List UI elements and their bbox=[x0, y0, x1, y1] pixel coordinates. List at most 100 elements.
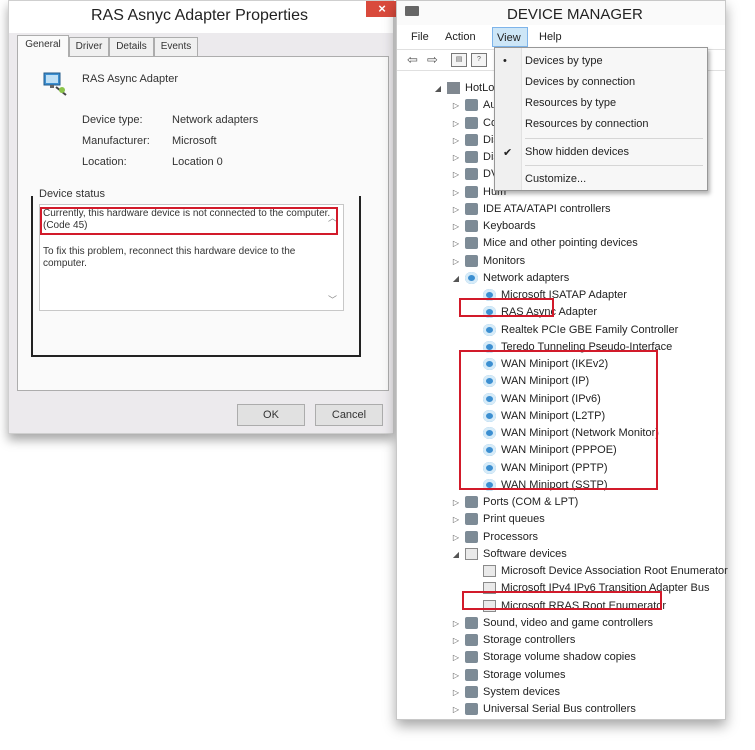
wan-miniports-highlight-box bbox=[459, 350, 658, 490]
tree-item-label: Mice and other pointing devices bbox=[483, 237, 638, 250]
tree-item-label: Storage volume shadow copies bbox=[483, 651, 636, 664]
tree-item[interactable]: ▷ Storage controllers bbox=[397, 632, 725, 649]
tree-item-label: IDE ATA/ATAPI controllers bbox=[483, 202, 611, 215]
device-category-icon bbox=[465, 703, 478, 715]
expand-arrow-icon[interactable]: ▷ bbox=[451, 632, 461, 649]
device-category-icon bbox=[465, 220, 478, 232]
expand-arrow-icon[interactable]: ▷ bbox=[451, 218, 461, 235]
menu-devices-by-connection[interactable]: Devices by connection bbox=[525, 76, 635, 88]
collapse-arrow-icon[interactable]: ◢ bbox=[433, 80, 443, 97]
tree-item[interactable]: ▷ Ports (COM & LPT) bbox=[397, 494, 725, 511]
help-toolbar-icon[interactable]: ? bbox=[471, 53, 487, 67]
ras-adapter-highlight-box bbox=[459, 298, 554, 317]
manufacturer-label: Manufacturer: bbox=[82, 135, 150, 147]
properties-toolbar-icon[interactable]: ▤ bbox=[451, 53, 467, 67]
expand-arrow-icon[interactable]: ▷ bbox=[451, 701, 461, 718]
dm-titlebar: DEVICE MANAGER bbox=[397, 1, 725, 25]
tree-item-label: Microsoft Device Association Root Enumer… bbox=[501, 565, 728, 577]
tree-item[interactable]: ◢ Software devices bbox=[397, 546, 725, 563]
tree-item[interactable]: ▷ Processors bbox=[397, 529, 725, 546]
dialog-titlebar: RAS Asnyc Adapter Properties bbox=[9, 1, 393, 33]
cancel-button[interactable]: Cancel bbox=[315, 404, 383, 426]
tree-item[interactable]: ▷ Storage volume shadow copies bbox=[397, 649, 725, 666]
tree-item[interactable]: Microsoft ISATAP Adapter bbox=[397, 287, 725, 304]
device-category-icon bbox=[465, 616, 478, 629]
expand-arrow-icon[interactable]: ▷ bbox=[451, 684, 461, 701]
expand-arrow-icon[interactable]: ▷ bbox=[451, 529, 461, 546]
menu-file[interactable]: File bbox=[407, 27, 433, 47]
tree-item[interactable]: Microsoft Device Association Root Enumer… bbox=[397, 563, 728, 580]
tree-item-label: Keyboards bbox=[483, 220, 536, 232]
device-category-icon bbox=[465, 254, 478, 267]
tree-item[interactable]: ▷ Universal Serial Bus controllers bbox=[397, 701, 725, 718]
tab-details[interactable]: Details bbox=[109, 37, 154, 56]
status-instruction: To fix this problem, reconnect this hard… bbox=[43, 246, 296, 269]
menu-customize[interactable]: Customize... bbox=[525, 173, 586, 185]
device-category-icon bbox=[465, 151, 478, 163]
device-type-label: Device type: bbox=[82, 114, 143, 126]
tree-item-label: Sound, video and game controllers bbox=[483, 616, 653, 629]
device-category-icon bbox=[465, 685, 478, 698]
tab-general[interactable]: General bbox=[17, 35, 69, 57]
expand-arrow-icon[interactable]: ▷ bbox=[451, 201, 461, 218]
device-name: RAS Async Adapter bbox=[82, 73, 178, 85]
tree-item[interactable]: Realtek PCIe GBE Family Controller bbox=[397, 322, 725, 339]
tree-item-label: Realtek PCIe GBE Family Controller bbox=[501, 323, 679, 336]
scroll-down-arrow-icon[interactable]: ﹀ bbox=[328, 293, 337, 306]
close-button[interactable]: × bbox=[366, 1, 398, 17]
tree-item-label: Storage controllers bbox=[483, 634, 576, 646]
location-value: Location 0 bbox=[172, 156, 223, 168]
menu-bar: File Action View Help bbox=[397, 27, 725, 47]
menu-resources-by-type[interactable]: Resources by type bbox=[525, 97, 616, 109]
menu-view[interactable]: View bbox=[492, 27, 528, 47]
menu-resources-by-connection[interactable]: Resources by connection bbox=[525, 118, 649, 130]
tree-item-label: Print queues bbox=[483, 513, 545, 526]
menu-action[interactable]: Action bbox=[441, 27, 480, 47]
collapse-arrow-icon[interactable]: ◢ bbox=[451, 270, 461, 287]
menu-help[interactable]: Help bbox=[535, 27, 566, 47]
tree-item[interactable]: ▷ Keyboards bbox=[397, 218, 725, 235]
expand-arrow-icon[interactable]: ▷ bbox=[451, 511, 461, 528]
collapse-arrow-icon[interactable]: ◢ bbox=[451, 546, 461, 563]
expand-arrow-icon[interactable]: ▷ bbox=[451, 97, 461, 114]
checkmark-icon: ✔ bbox=[503, 147, 513, 159]
network-adapter-icon bbox=[465, 271, 478, 284]
expand-arrow-icon[interactable]: ▷ bbox=[451, 115, 461, 132]
device-category-icon bbox=[465, 185, 478, 198]
expand-arrow-icon[interactable]: ▷ bbox=[451, 149, 461, 166]
device-category-icon bbox=[465, 530, 478, 543]
device-category-icon bbox=[465, 168, 478, 181]
device-status-legend: Device status bbox=[37, 188, 108, 200]
tree-item[interactable]: ▷ Print queues bbox=[397, 511, 725, 528]
tree-item[interactable]: ▷ Sound, video and game controllers bbox=[397, 615, 725, 632]
expand-arrow-icon[interactable]: ▷ bbox=[451, 667, 461, 684]
tree-item[interactable]: ◢ Network adapters bbox=[397, 270, 725, 287]
expand-arrow-icon[interactable]: ▷ bbox=[451, 184, 461, 201]
expand-arrow-icon[interactable]: ▷ bbox=[451, 132, 461, 149]
tree-item[interactable]: ▷ IDE ATA/ATAPI controllers bbox=[397, 201, 725, 218]
menu-separator bbox=[525, 165, 703, 166]
tree-item[interactable]: ▷ Monitors bbox=[397, 253, 725, 270]
tree-item[interactable]: ▷ System devices bbox=[397, 684, 725, 701]
menu-devices-by-type[interactable]: Devices by type bbox=[525, 55, 603, 67]
expand-arrow-icon[interactable]: ▷ bbox=[451, 253, 461, 270]
expand-arrow-icon[interactable]: ▷ bbox=[451, 494, 461, 511]
back-arrow-icon[interactable]: ⇦ bbox=[407, 53, 418, 67]
system-device-icon bbox=[483, 565, 496, 577]
expand-arrow-icon[interactable]: ▷ bbox=[451, 649, 461, 666]
forward-arrow-icon[interactable]: ⇨ bbox=[427, 53, 438, 67]
ok-button[interactable]: OK bbox=[237, 404, 305, 426]
tree-item[interactable]: ▷ Mice and other pointing devices bbox=[397, 235, 725, 252]
expand-arrow-icon[interactable]: ▷ bbox=[451, 166, 461, 183]
tree-item[interactable]: ▷ Storage volumes bbox=[397, 667, 725, 684]
tab-events[interactable]: Events bbox=[154, 37, 198, 56]
expand-arrow-icon[interactable]: ▷ bbox=[451, 235, 461, 252]
tree-item[interactable]: RAS Async Adapter bbox=[397, 304, 725, 321]
device-manager-app-icon bbox=[405, 6, 419, 16]
device-category-icon bbox=[465, 634, 478, 646]
network-adapter-icon bbox=[43, 72, 67, 96]
tab-driver[interactable]: Driver bbox=[69, 37, 109, 56]
radio-dot-icon: • bbox=[503, 55, 507, 67]
expand-arrow-icon[interactable]: ▷ bbox=[451, 615, 461, 632]
menu-show-hidden-devices[interactable]: Show hidden devices bbox=[525, 146, 629, 158]
